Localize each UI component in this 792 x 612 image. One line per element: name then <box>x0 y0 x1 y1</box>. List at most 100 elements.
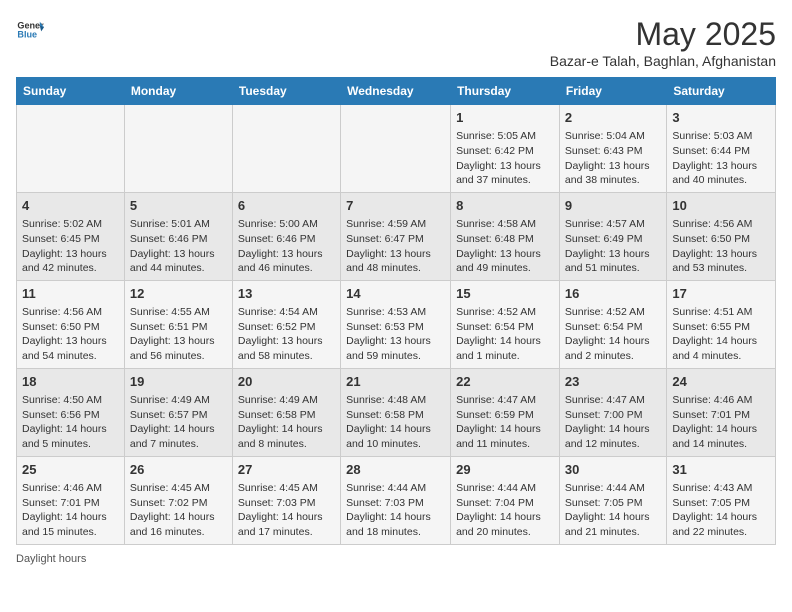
week-row-4: 18 Sunrise: 4:50 AM Sunset: 6:56 PM Dayli… <box>17 368 776 456</box>
day-cell: 21 Sunrise: 4:48 AM Sunset: 6:58 PM Dayli… <box>341 368 451 456</box>
header: General Blue May 2025 Bazar-e Talah, Bag… <box>16 16 776 69</box>
header-cell-sunday: Sunday <box>17 78 125 105</box>
day-info: Sunrise: 4:44 AM Sunset: 7:04 PM Dayligh… <box>456 481 554 540</box>
calendar-table: SundayMondayTuesdayWednesdayThursdayFrid… <box>16 77 776 545</box>
day-number: 5 <box>130 197 227 215</box>
day-cell <box>341 105 451 193</box>
day-number: 13 <box>238 285 335 303</box>
header-cell-monday: Monday <box>124 78 232 105</box>
day-cell <box>124 105 232 193</box>
day-number: 19 <box>130 373 227 391</box>
day-number: 28 <box>346 461 445 479</box>
day-info: Sunrise: 4:44 AM Sunset: 7:03 PM Dayligh… <box>346 481 445 540</box>
day-cell: 27 Sunrise: 4:45 AM Sunset: 7:03 PM Dayli… <box>232 456 340 544</box>
day-info: Sunrise: 5:03 AM Sunset: 6:44 PM Dayligh… <box>672 129 770 188</box>
day-info: Sunrise: 5:04 AM Sunset: 6:43 PM Dayligh… <box>565 129 661 188</box>
day-info: Sunrise: 4:57 AM Sunset: 6:49 PM Dayligh… <box>565 217 661 276</box>
day-info: Sunrise: 5:02 AM Sunset: 6:45 PM Dayligh… <box>22 217 119 276</box>
day-info: Sunrise: 4:45 AM Sunset: 7:03 PM Dayligh… <box>238 481 335 540</box>
week-row-1: 1 Sunrise: 5:05 AM Sunset: 6:42 PM Daylig… <box>17 105 776 193</box>
day-cell: 10Sunrise: 4:56 AM Sunset: 6:50 PM Dayli… <box>667 192 776 280</box>
month-title: May 2025 <box>550 16 776 53</box>
day-number: 9 <box>565 197 661 215</box>
day-info: Sunrise: 4:52 AM Sunset: 6:54 PM Dayligh… <box>456 305 554 364</box>
day-cell: 16 Sunrise: 4:52 AM Sunset: 6:54 PM Dayli… <box>559 280 666 368</box>
calendar-body: 1 Sunrise: 5:05 AM Sunset: 6:42 PM Daylig… <box>17 105 776 545</box>
day-info: Sunrise: 4:45 AM Sunset: 7:02 PM Dayligh… <box>130 481 227 540</box>
day-number: 21 <box>346 373 445 391</box>
day-info: Sunrise: 4:50 AM Sunset: 6:56 PM Dayligh… <box>22 393 119 452</box>
day-cell: 31Sunrise: 4:43 AM Sunset: 7:05 PM Dayli… <box>667 456 776 544</box>
day-info: Sunrise: 4:51 AM Sunset: 6:55 PM Dayligh… <box>672 305 770 364</box>
day-number: 26 <box>130 461 227 479</box>
day-info: Sunrise: 4:46 AM Sunset: 7:01 PM Dayligh… <box>672 393 770 452</box>
day-number: 27 <box>238 461 335 479</box>
day-cell: 6 Sunrise: 5:00 AM Sunset: 6:46 PM Daylig… <box>232 192 340 280</box>
day-info: Sunrise: 4:48 AM Sunset: 6:58 PM Dayligh… <box>346 393 445 452</box>
day-cell: 20Sunrise: 4:49 AM Sunset: 6:58 PM Dayli… <box>232 368 340 456</box>
day-cell: 26 Sunrise: 4:45 AM Sunset: 7:02 PM Dayli… <box>124 456 232 544</box>
day-number: 6 <box>238 197 335 215</box>
day-cell: 4Sunrise: 5:02 AM Sunset: 6:45 PM Daylig… <box>17 192 125 280</box>
day-number: 17 <box>672 285 770 303</box>
day-info: Sunrise: 4:59 AM Sunset: 6:47 PM Dayligh… <box>346 217 445 276</box>
day-cell: 29 Sunrise: 4:44 AM Sunset: 7:04 PM Dayli… <box>451 456 560 544</box>
day-number: 18 <box>22 373 119 391</box>
svg-text:Blue: Blue <box>17 30 37 40</box>
day-number: 29 <box>456 461 554 479</box>
day-info: Sunrise: 4:44 AM Sunset: 7:05 PM Dayligh… <box>565 481 661 540</box>
day-number: 31 <box>672 461 770 479</box>
day-cell: 14Sunrise: 4:53 AM Sunset: 6:53 PM Dayli… <box>341 280 451 368</box>
day-number: 25 <box>22 461 119 479</box>
day-cell: 25Sunrise: 4:46 AM Sunset: 7:01 PM Dayli… <box>17 456 125 544</box>
day-number: 16 <box>565 285 661 303</box>
day-cell: 28 Sunrise: 4:44 AM Sunset: 7:03 PM Dayli… <box>341 456 451 544</box>
day-info: Sunrise: 4:47 AM Sunset: 7:00 PM Dayligh… <box>565 393 661 452</box>
day-cell <box>17 105 125 193</box>
header-row: SundayMondayTuesdayWednesdayThursdayFrid… <box>17 78 776 105</box>
day-number: 30 <box>565 461 661 479</box>
day-info: Sunrise: 4:56 AM Sunset: 6:50 PM Dayligh… <box>672 217 770 276</box>
header-cell-tuesday: Tuesday <box>232 78 340 105</box>
day-number: 23 <box>565 373 661 391</box>
day-cell: 15Sunrise: 4:52 AM Sunset: 6:54 PM Dayli… <box>451 280 560 368</box>
day-cell: 1 Sunrise: 5:05 AM Sunset: 6:42 PM Daylig… <box>451 105 560 193</box>
day-info: Sunrise: 4:52 AM Sunset: 6:54 PM Dayligh… <box>565 305 661 364</box>
day-cell: 11Sunrise: 4:56 AM Sunset: 6:50 PM Dayli… <box>17 280 125 368</box>
day-number: 3 <box>672 109 770 127</box>
day-cell: 23 Sunrise: 4:47 AM Sunset: 7:00 PM Dayli… <box>559 368 666 456</box>
day-number: 22 <box>456 373 554 391</box>
day-cell: 19 Sunrise: 4:49 AM Sunset: 6:57 PM Dayli… <box>124 368 232 456</box>
day-number: 12 <box>130 285 227 303</box>
day-info: Sunrise: 4:54 AM Sunset: 6:52 PM Dayligh… <box>238 305 335 364</box>
header-cell-thursday: Thursday <box>451 78 560 105</box>
day-info: Sunrise: 4:49 AM Sunset: 6:57 PM Dayligh… <box>130 393 227 452</box>
day-cell: 7Sunrise: 4:59 AM Sunset: 6:47 PM Daylig… <box>341 192 451 280</box>
day-info: Sunrise: 5:01 AM Sunset: 6:46 PM Dayligh… <box>130 217 227 276</box>
day-cell: 3 Sunrise: 5:03 AM Sunset: 6:44 PM Daylig… <box>667 105 776 193</box>
day-cell: 13 Sunrise: 4:54 AM Sunset: 6:52 PM Dayli… <box>232 280 340 368</box>
week-row-2: 4Sunrise: 5:02 AM Sunset: 6:45 PM Daylig… <box>17 192 776 280</box>
day-cell: 8Sunrise: 4:58 AM Sunset: 6:48 PM Daylig… <box>451 192 560 280</box>
day-number: 1 <box>456 109 554 127</box>
footer: Daylight hours <box>16 553 776 565</box>
title-block: May 2025 Bazar-e Talah, Baghlan, Afghani… <box>550 16 776 69</box>
header-cell-wednesday: Wednesday <box>341 78 451 105</box>
day-cell: 24Sunrise: 4:46 AM Sunset: 7:01 PM Dayli… <box>667 368 776 456</box>
day-number: 8 <box>456 197 554 215</box>
day-info: Sunrise: 5:05 AM Sunset: 6:42 PM Dayligh… <box>456 129 554 188</box>
subtitle: Bazar-e Talah, Baghlan, Afghanistan <box>550 53 776 69</box>
day-cell: 30 Sunrise: 4:44 AM Sunset: 7:05 PM Dayli… <box>559 456 666 544</box>
day-cell: 18 Sunrise: 4:50 AM Sunset: 6:56 PM Dayli… <box>17 368 125 456</box>
logo: General Blue <box>16 16 44 44</box>
day-cell: 5 Sunrise: 5:01 AM Sunset: 6:46 PM Daylig… <box>124 192 232 280</box>
day-info: Sunrise: 5:00 AM Sunset: 6:46 PM Dayligh… <box>238 217 335 276</box>
header-cell-friday: Friday <box>559 78 666 105</box>
week-row-3: 11Sunrise: 4:56 AM Sunset: 6:50 PM Dayli… <box>17 280 776 368</box>
day-cell <box>232 105 340 193</box>
day-cell: 12Sunrise: 4:55 AM Sunset: 6:51 PM Dayli… <box>124 280 232 368</box>
header-cell-saturday: Saturday <box>667 78 776 105</box>
day-number: 2 <box>565 109 661 127</box>
logo-icon: General Blue <box>16 16 44 44</box>
day-cell: 2 Sunrise: 5:04 AM Sunset: 6:43 PM Daylig… <box>559 105 666 193</box>
